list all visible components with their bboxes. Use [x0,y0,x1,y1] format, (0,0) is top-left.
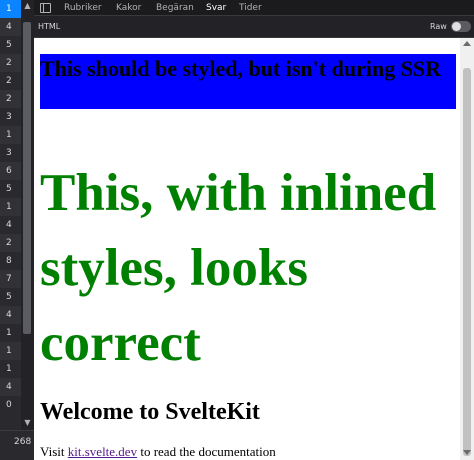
request-row[interactable]: 3 [0,108,21,126]
styled-block: This should be styled, but isn't during … [40,54,456,109]
details-tab-bar: Rubriker Kakor Begäran Svar Tider [34,0,474,16]
request-row[interactable]: 7 [0,270,21,288]
preview-scroll-up-icon[interactable] [463,41,471,46]
tab-request[interactable]: Begäran [156,2,194,14]
request-row[interactable]: 5 [0,36,21,54]
request-row[interactable]: 6 [0,162,21,180]
request-row[interactable]: 8 [0,252,21,270]
tab-cookies[interactable]: Kakor [116,2,141,14]
welcome-heading: Welcome to SvelteKit [40,399,260,425]
request-row[interactable]: 1 [0,342,21,360]
request-row[interactable]: 1 [0,198,21,216]
request-row[interactable]: 1 [0,324,21,342]
request-row[interactable]: 2 [0,234,21,252]
visit-paragraph: Visit kit.svelte.dev to read the documen… [40,444,456,460]
preview-scroll-down-icon[interactable] [463,450,471,455]
tab-response[interactable]: Svar [206,2,226,14]
request-list-panel: 14522231365142875411140 ▲ ▼ 268 [0,0,34,460]
request-row[interactable]: 0 [0,396,21,414]
styled-block-text: This should be styled, but isn't during … [40,56,442,81]
scroll-down-icon[interactable]: ▼ [23,418,32,428]
request-row[interactable]: 1 [0,0,21,18]
request-row[interactable]: 2 [0,54,21,72]
visit-suffix: to read the documentation [137,444,276,459]
preview-scroll-thumb[interactable] [463,68,471,456]
request-row[interactable]: 4 [0,306,21,324]
footer-count: 268 [14,437,32,447]
toggle-panel-icon[interactable] [40,3,51,13]
raw-label: Raw [430,22,447,31]
request-row[interactable]: 3 [0,144,21,162]
request-list-scroll-thumb[interactable] [23,22,31,334]
request-list-scrollbar[interactable]: ▲ ▼ [21,0,34,430]
scroll-up-icon[interactable]: ▲ [23,1,32,11]
preview-scrollbar[interactable] [460,38,474,460]
tab-timings[interactable]: Tider [239,2,262,14]
request-row[interactable]: 5 [0,180,21,198]
request-row[interactable]: 5 [0,288,21,306]
request-row[interactable]: 1 [0,360,21,378]
request-row[interactable]: 4 [0,378,21,396]
response-format-bar: HTML Raw [34,16,474,38]
docs-link[interactable]: kit.svelte.dev [68,444,137,459]
request-row[interactable]: 4 [0,216,21,234]
request-list-footer: 268 [0,430,34,460]
request-row[interactable]: 2 [0,90,21,108]
raw-toggle[interactable] [451,21,471,32]
request-row[interactable]: 4 [0,18,21,36]
request-row[interactable]: 2 [0,72,21,90]
html-preview: This should be styled, but isn't during … [34,38,460,460]
request-list: 14522231365142875411140 [0,0,21,430]
format-label: HTML [38,22,61,31]
request-row[interactable]: 1 [0,126,21,144]
tab-headers[interactable]: Rubriker [64,2,102,14]
visit-prefix: Visit [40,444,68,459]
inline-styled-heading: This, with inlined styles, looks correct [40,164,437,372]
raw-toggle-knob [452,22,461,31]
